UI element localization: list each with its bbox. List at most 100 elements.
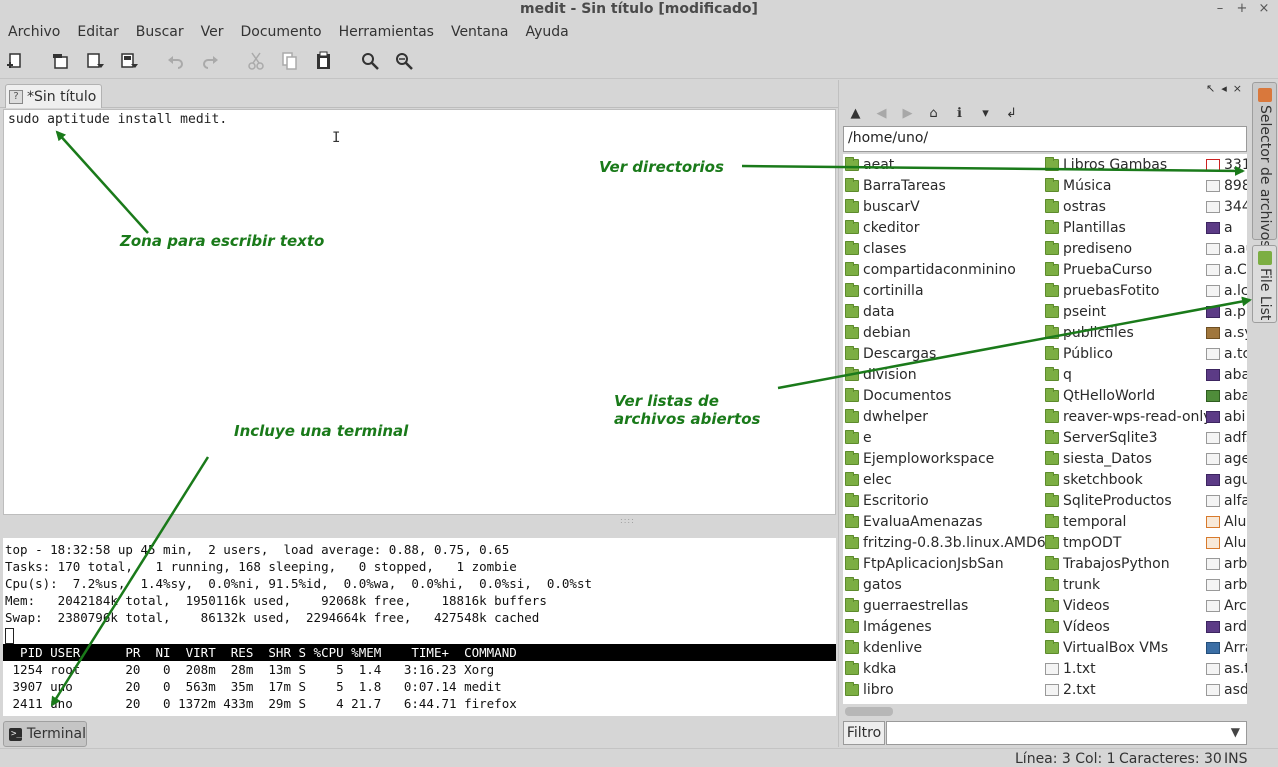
- file-item[interactable]: a.au: [1206, 238, 1247, 259]
- file-item[interactable]: 898: [1206, 175, 1247, 196]
- cut-icon[interactable]: [244, 49, 268, 73]
- file-item[interactable]: temporal: [1045, 511, 1205, 532]
- file-item[interactable]: VirtualBox VMs: [1045, 637, 1205, 658]
- forward-icon[interactable]: ▶: [897, 102, 918, 124]
- menu-documento[interactable]: Documento: [240, 24, 321, 40]
- minimize-icon[interactable]: –: [1212, 1, 1228, 17]
- detach-icon[interactable]: ↖: [1206, 82, 1215, 95]
- menu-herramientas[interactable]: Herramientas: [339, 24, 434, 40]
- tab-file-selector[interactable]: Selector de archivos: [1252, 82, 1277, 248]
- editor-terminal-splitter[interactable]: ::::: [0, 516, 838, 538]
- file-item[interactable]: pseint: [1045, 301, 1205, 322]
- file-item[interactable]: aba: [1206, 385, 1247, 406]
- goto-icon[interactable]: ↲: [1001, 102, 1022, 124]
- file-item[interactable]: buscarV: [845, 196, 1043, 217]
- document-tab[interactable]: ? *Sin título: [5, 84, 103, 108]
- file-item[interactable]: Descargas: [845, 343, 1043, 364]
- file-item[interactable]: Documentos: [845, 385, 1043, 406]
- file-item[interactable]: aeat: [845, 154, 1043, 175]
- menu-ver[interactable]: Ver: [201, 24, 224, 40]
- file-item[interactable]: siesta_Datos: [1045, 448, 1205, 469]
- file-item[interactable]: pruebasFotito: [1045, 280, 1205, 301]
- file-item[interactable]: aba: [1206, 364, 1247, 385]
- back-icon[interactable]: ◀: [871, 102, 892, 124]
- file-item[interactable]: FtpAplicacionJsbSan: [845, 553, 1043, 574]
- file-item[interactable]: libro: [845, 679, 1043, 700]
- file-item[interactable]: Arc: [1206, 595, 1247, 616]
- filter-button[interactable]: Filtro: [843, 721, 885, 745]
- info-icon[interactable]: ℹ: [949, 102, 970, 124]
- file-item[interactable]: Libros Gambas: [1045, 154, 1205, 175]
- home-icon[interactable]: ⌂: [923, 102, 944, 124]
- file-item[interactable]: Ejemploworkspace: [845, 448, 1043, 469]
- redo-icon[interactable]: [198, 49, 222, 73]
- file-item[interactable]: SqliteProductos: [1045, 490, 1205, 511]
- copy-icon[interactable]: [278, 49, 302, 73]
- paste-icon[interactable]: [312, 49, 336, 73]
- close-panel-icon[interactable]: ×: [1233, 82, 1242, 95]
- file-item[interactable]: 1.txt: [1045, 658, 1205, 679]
- file-item[interactable]: reaver-wps-read-only: [1045, 406, 1212, 427]
- file-item[interactable]: TrabajosPython: [1045, 553, 1205, 574]
- file-item[interactable]: sketchbook: [1045, 469, 1205, 490]
- menu-archivo[interactable]: Archivo: [8, 24, 60, 40]
- file-item[interactable]: a.pr: [1206, 301, 1247, 322]
- file-item[interactable]: a.tc: [1206, 343, 1247, 364]
- file-item[interactable]: data: [845, 301, 1043, 322]
- file-item[interactable]: elec: [845, 469, 1043, 490]
- file-list[interactable]: aeat BarraTareas buscarV ckeditor clases comp…: [843, 154, 1247, 704]
- file-item[interactable]: a.C: [1206, 259, 1247, 280]
- file-item[interactable]: e: [845, 427, 1043, 448]
- find-icon[interactable]: [358, 49, 382, 73]
- file-item[interactable]: ard: [1206, 616, 1247, 637]
- file-item[interactable]: BarraTareas: [845, 175, 1043, 196]
- file-item[interactable]: kdenlive: [845, 637, 1043, 658]
- path-field[interactable]: /home/uno/: [843, 126, 1247, 152]
- collapse-left-icon[interactable]: ◂: [1221, 82, 1227, 95]
- open-dropdown-icon[interactable]: [83, 49, 107, 73]
- file-item[interactable]: Arra: [1206, 637, 1247, 658]
- file-item[interactable]: tmpODT: [1045, 532, 1205, 553]
- file-item[interactable]: 331: [1206, 154, 1247, 175]
- file-item[interactable]: gatos: [845, 574, 1043, 595]
- file-item[interactable]: abi: [1206, 406, 1247, 427]
- file-item[interactable]: Plantillas: [1045, 217, 1205, 238]
- file-item[interactable]: fritzing-0.8.3b.linux.AMD64: [845, 532, 1055, 553]
- file-item[interactable]: Público: [1045, 343, 1205, 364]
- file-item[interactable]: division: [845, 364, 1043, 385]
- file-item[interactable]: EvaluaAmenazas: [845, 511, 1043, 532]
- file-item[interactable]: adf.: [1206, 427, 1247, 448]
- file-item[interactable]: 344: [1206, 196, 1247, 217]
- file-item[interactable]: prediseno: [1045, 238, 1205, 259]
- file-item[interactable]: Alu: [1206, 511, 1247, 532]
- file-item[interactable]: kdka: [845, 658, 1043, 679]
- tab-file-list[interactable]: File List: [1252, 245, 1277, 323]
- undo-icon[interactable]: [164, 49, 188, 73]
- file-item[interactable]: as.t: [1206, 658, 1247, 679]
- menu-buscar[interactable]: Buscar: [136, 24, 184, 40]
- file-item[interactable]: cortinilla: [845, 280, 1043, 301]
- file-item[interactable]: Escritorio: [845, 490, 1043, 511]
- file-item[interactable]: alfa: [1206, 490, 1247, 511]
- file-item[interactable]: publicfiles: [1045, 322, 1205, 343]
- new-file-icon[interactable]: [3, 49, 27, 73]
- file-item[interactable]: ServerSqlite3: [1045, 427, 1205, 448]
- file-item[interactable]: QtHelloWorld: [1045, 385, 1205, 406]
- file-item[interactable]: age: [1206, 448, 1247, 469]
- file-item[interactable]: arb: [1206, 574, 1247, 595]
- file-item[interactable]: PruebaCurso: [1045, 259, 1205, 280]
- filter-combo[interactable]: ▼: [886, 721, 1247, 745]
- file-item[interactable]: q: [1045, 364, 1205, 385]
- file-item[interactable]: Alu: [1206, 532, 1247, 553]
- horizontal-scrollbar[interactable]: [845, 707, 893, 716]
- file-item[interactable]: Imágenes: [845, 616, 1043, 637]
- dropdown-icon[interactable]: ▾: [975, 102, 996, 124]
- menu-ayuda[interactable]: Ayuda: [525, 24, 568, 40]
- file-item[interactable]: a.sy: [1206, 322, 1247, 343]
- file-item[interactable]: arb: [1206, 553, 1247, 574]
- up-icon[interactable]: ▲: [845, 102, 866, 124]
- file-item[interactable]: a.lc: [1206, 280, 1247, 301]
- file-item[interactable]: compartidaconminino: [845, 259, 1043, 280]
- menu-editar[interactable]: Editar: [77, 24, 118, 40]
- file-item[interactable]: agu: [1206, 469, 1247, 490]
